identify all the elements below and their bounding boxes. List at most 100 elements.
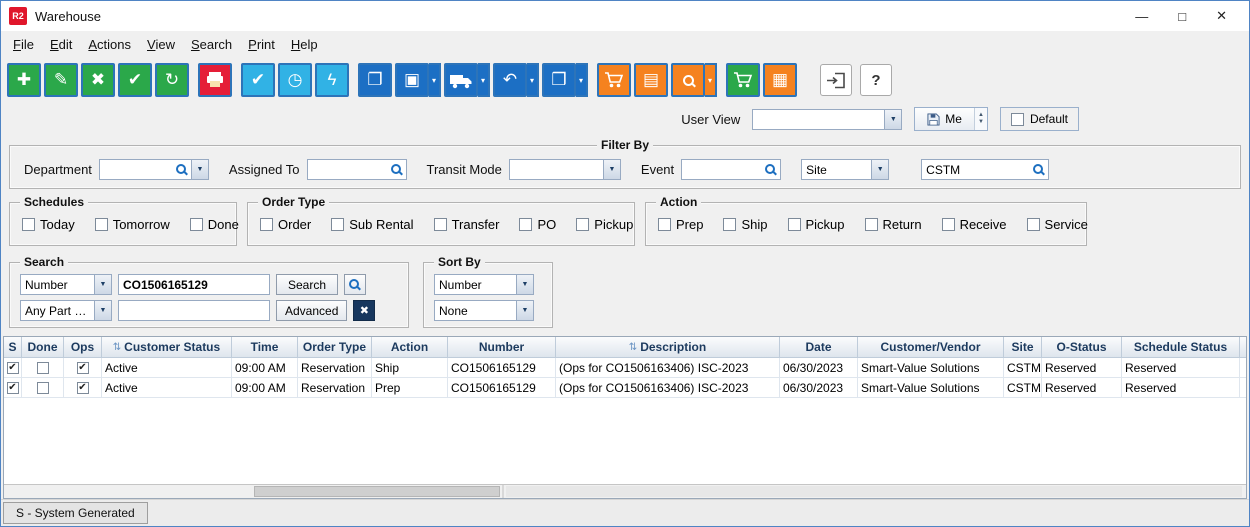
minimize-button[interactable]: — xyxy=(1135,9,1148,24)
default-option[interactable]: Default xyxy=(1000,107,1079,131)
site-dropdown-button[interactable]: ▼ xyxy=(871,160,888,179)
search-button[interactable]: Search xyxy=(276,274,338,295)
search-part-input[interactable] xyxy=(118,300,270,321)
refresh-button[interactable]: ↻ xyxy=(155,63,189,97)
sales-receipt-button[interactable]: ▤ xyxy=(634,63,668,97)
done-checkbox[interactable] xyxy=(37,382,49,394)
sort-primary-combo[interactable]: Number ▼ xyxy=(434,274,534,295)
table-row[interactable]: Active09:00 AMReservationPrepCO150616512… xyxy=(4,378,1246,398)
checkbox-box[interactable] xyxy=(519,218,532,231)
hand-truck-button[interactable] xyxy=(726,63,760,97)
menu-help[interactable]: Help xyxy=(283,34,326,55)
column-header-action[interactable]: Action xyxy=(372,337,448,358)
new-document-button[interactable]: ✚ xyxy=(7,63,41,97)
menu-view[interactable]: View xyxy=(139,34,183,55)
checkbox-sub-rental[interactable]: Sub Rental xyxy=(331,217,413,232)
checkbox-tomorrow[interactable]: Tomorrow xyxy=(95,217,170,232)
column-header-number[interactable]: Number xyxy=(448,337,556,358)
checkbox-box[interactable] xyxy=(576,218,589,231)
checkbox-ship[interactable]: Ship xyxy=(723,217,767,232)
scrollbar-thumb[interactable] xyxy=(254,486,500,497)
menu-file[interactable]: File xyxy=(5,34,42,55)
default-checkbox[interactable] xyxy=(1011,113,1024,126)
search-part-combo[interactable]: Any Part of ... ▼ xyxy=(20,300,112,321)
clear-search-button[interactable]: ✖ xyxy=(353,300,375,321)
transit-mode-combo[interactable]: ▼ xyxy=(509,159,621,180)
site-value-input[interactable]: CSTM xyxy=(921,159,1049,180)
department-combo[interactable]: ▼ xyxy=(99,159,209,180)
confirm-button[interactable]: ✔ xyxy=(118,63,152,97)
user-view-select[interactable]: ▼ xyxy=(752,109,902,130)
column-header-date[interactable]: Date xyxy=(780,337,858,358)
column-header-time[interactable]: Time xyxy=(232,337,298,358)
checkbox-box[interactable] xyxy=(260,218,273,231)
menu-actions[interactable]: Actions xyxy=(80,34,139,55)
column-header-done[interactable]: Done xyxy=(22,337,64,358)
checkbox-prep[interactable]: Prep xyxy=(658,217,703,232)
checkbox-box[interactable] xyxy=(95,218,108,231)
ship-truck-dropdown-button[interactable]: ▾ xyxy=(478,63,490,97)
advanced-button[interactable]: Advanced xyxy=(276,300,347,321)
site-combo[interactable]: Site ▼ xyxy=(801,159,889,180)
cell-ops[interactable] xyxy=(64,378,102,398)
edit-document-button[interactable]: ✎ xyxy=(44,63,78,97)
column-header-site[interactable]: Site xyxy=(1004,337,1042,358)
search-magnifier-button[interactable] xyxy=(344,274,366,295)
menu-search[interactable]: Search xyxy=(183,34,240,55)
cell-done[interactable] xyxy=(22,358,64,378)
ship-truck-button[interactable] xyxy=(444,63,478,97)
column-header-schedule_status[interactable]: Schedule Status xyxy=(1122,337,1240,358)
checkbox-receive[interactable]: Receive xyxy=(942,217,1007,232)
left-pane-scrollbar[interactable] xyxy=(4,485,504,498)
checkbox-box[interactable] xyxy=(331,218,344,231)
column-header-description[interactable]: ⇅Description xyxy=(556,337,780,358)
checkbox-box[interactable] xyxy=(22,218,35,231)
transfer-document-dropdown-button[interactable]: ▾ xyxy=(576,63,588,97)
checkbox-box[interactable] xyxy=(434,218,447,231)
chevron-down-icon[interactable]: ▼ xyxy=(884,110,901,129)
event-input[interactable] xyxy=(681,159,781,180)
checkbox-service[interactable]: Service xyxy=(1027,217,1088,232)
cell-done[interactable] xyxy=(22,378,64,398)
print-labels-button[interactable] xyxy=(198,63,232,97)
cell-ops[interactable] xyxy=(64,358,102,378)
quick-action-button[interactable]: ϟ xyxy=(315,63,349,97)
maximize-button[interactable]: □ xyxy=(1178,9,1186,24)
help-button[interactable]: ? xyxy=(860,64,892,96)
search-field-combo[interactable]: Number ▼ xyxy=(20,274,112,295)
cell-s[interactable] xyxy=(4,378,22,398)
s-checkbox[interactable] xyxy=(7,362,19,374)
checkbox-box[interactable] xyxy=(658,218,671,231)
sort-secondary-combo[interactable]: None ▼ xyxy=(434,300,534,321)
checkbox-transfer[interactable]: Transfer xyxy=(434,217,500,232)
checkbox-today[interactable]: Today xyxy=(22,217,75,232)
exchange-grid-button[interactable]: ▦ xyxy=(763,63,797,97)
checkbox-box[interactable] xyxy=(190,218,203,231)
assigned-to-input[interactable] xyxy=(307,159,407,180)
purchase-cart-button[interactable] xyxy=(597,63,631,97)
s-checkbox[interactable] xyxy=(7,382,19,394)
search-part-dropdown-button[interactable]: ▼ xyxy=(94,301,111,320)
search-field-dropdown-button[interactable]: ▼ xyxy=(94,275,111,294)
column-header-customer_status[interactable]: ⇅Customer Status xyxy=(102,337,232,358)
checkbox-box[interactable] xyxy=(865,218,878,231)
search-items-button[interactable] xyxy=(671,63,705,97)
checkbox-box[interactable] xyxy=(942,218,955,231)
checkbox-box[interactable] xyxy=(723,218,736,231)
schedule-time-button[interactable]: ◷ xyxy=(278,63,312,97)
approve-button[interactable]: ✔ xyxy=(241,63,275,97)
column-header-ops[interactable]: Ops xyxy=(64,337,102,358)
checkbox-box[interactable] xyxy=(1027,218,1040,231)
prep-document-button[interactable]: ❐ xyxy=(358,63,392,97)
search-query-input[interactable]: CO1506165129 xyxy=(118,274,270,295)
done-checkbox[interactable] xyxy=(37,362,49,374)
sort-secondary-dropdown-button[interactable]: ▼ xyxy=(516,301,533,320)
transit-mode-dropdown-button[interactable]: ▼ xyxy=(603,160,620,179)
checkbox-pickup[interactable]: Pickup xyxy=(576,217,633,232)
return-items-dropdown-button[interactable]: ▾ xyxy=(527,63,539,97)
transfer-document-button[interactable]: ❒ xyxy=(542,63,576,97)
table-row[interactable]: Active09:00 AMReservationShipCO150616512… xyxy=(4,358,1246,378)
save-view-me-button[interactable]: Me xyxy=(915,108,975,130)
cancel-button[interactable]: ✖ xyxy=(81,63,115,97)
menu-print[interactable]: Print xyxy=(240,34,283,55)
